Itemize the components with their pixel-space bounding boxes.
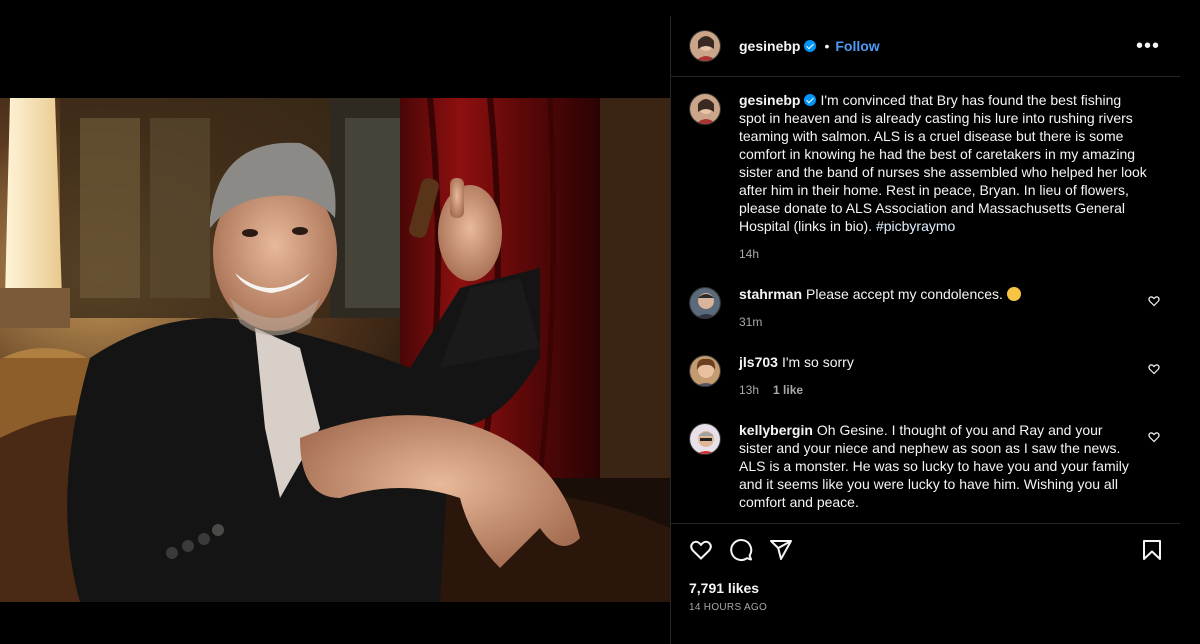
caption-time: 14h [739,247,760,261]
bookmark-icon[interactable] [1140,538,1164,562]
likes-count[interactable]: 7,791 likes [671,576,1180,596]
post-header: gesinebp • Follow ••• [671,16,1180,77]
comment-item: stahrman Please accept my condolences. 31… [689,285,1160,331]
comment-text: I'm so sorry [781,354,854,370]
like-comment-heart-icon[interactable] [1148,295,1160,307]
verified-badge-icon [804,40,817,52]
comment-item: kellybergin Oh Gesine. I thought of you a… [689,421,1160,511]
post-image [0,98,670,602]
caption: gesinebp I'm convinced that Bry has found… [689,91,1160,263]
post-details-panel: gesinebp • Follow ••• gesinebp I'm convin… [670,16,1180,644]
action-bar [671,524,1180,576]
sad-face-emoji [1006,287,1021,301]
comments-list[interactable]: gesinebp I'm convinced that Bry has found… [671,77,1180,524]
commenter-avatar[interactable] [689,287,721,319]
comment-item: jls703 I'm so sorry 13h 1 like [689,353,1160,399]
comment-time: 13h [739,383,760,397]
comment-username[interactable]: kellybergin [739,422,813,438]
comment-username[interactable]: stahrman [739,286,802,302]
like-comment-heart-icon[interactable] [1148,363,1160,375]
heart-icon[interactable] [689,538,713,562]
follow-button[interactable]: Follow [835,38,879,54]
hashtag-link[interactable]: #picbyraymo [876,218,955,234]
comment-bubble-icon[interactable] [729,538,753,562]
comment-text: Please accept my condolences. [806,286,1003,302]
caption-username[interactable]: gesinebp [739,92,800,108]
verified-badge-icon [804,94,817,106]
post-viewer: gesinebp • Follow ••• gesinebp I'm convin… [0,0,1200,644]
like-comment-heart-icon[interactable] [1148,431,1160,443]
post-photo[interactable] [0,98,670,602]
author-avatar[interactable] [689,30,721,62]
comment-time: 31m [739,315,763,329]
comment-username[interactable]: jls703 [739,354,778,370]
author-avatar[interactable] [689,93,721,125]
commenter-avatar[interactable] [689,355,721,387]
more-options-icon[interactable]: ••• [1136,36,1160,56]
separator-dot: • [824,38,830,54]
caption-text: I'm convinced that Bry has found the bes… [739,92,1147,234]
comment-likes[interactable]: 1 like [773,383,803,397]
post-timestamp: 14 HOURS AGO [689,602,768,613]
commenter-avatar[interactable] [689,423,721,455]
author-username[interactable]: gesinebp [739,38,800,54]
send-paper-plane-icon[interactable] [769,538,793,562]
